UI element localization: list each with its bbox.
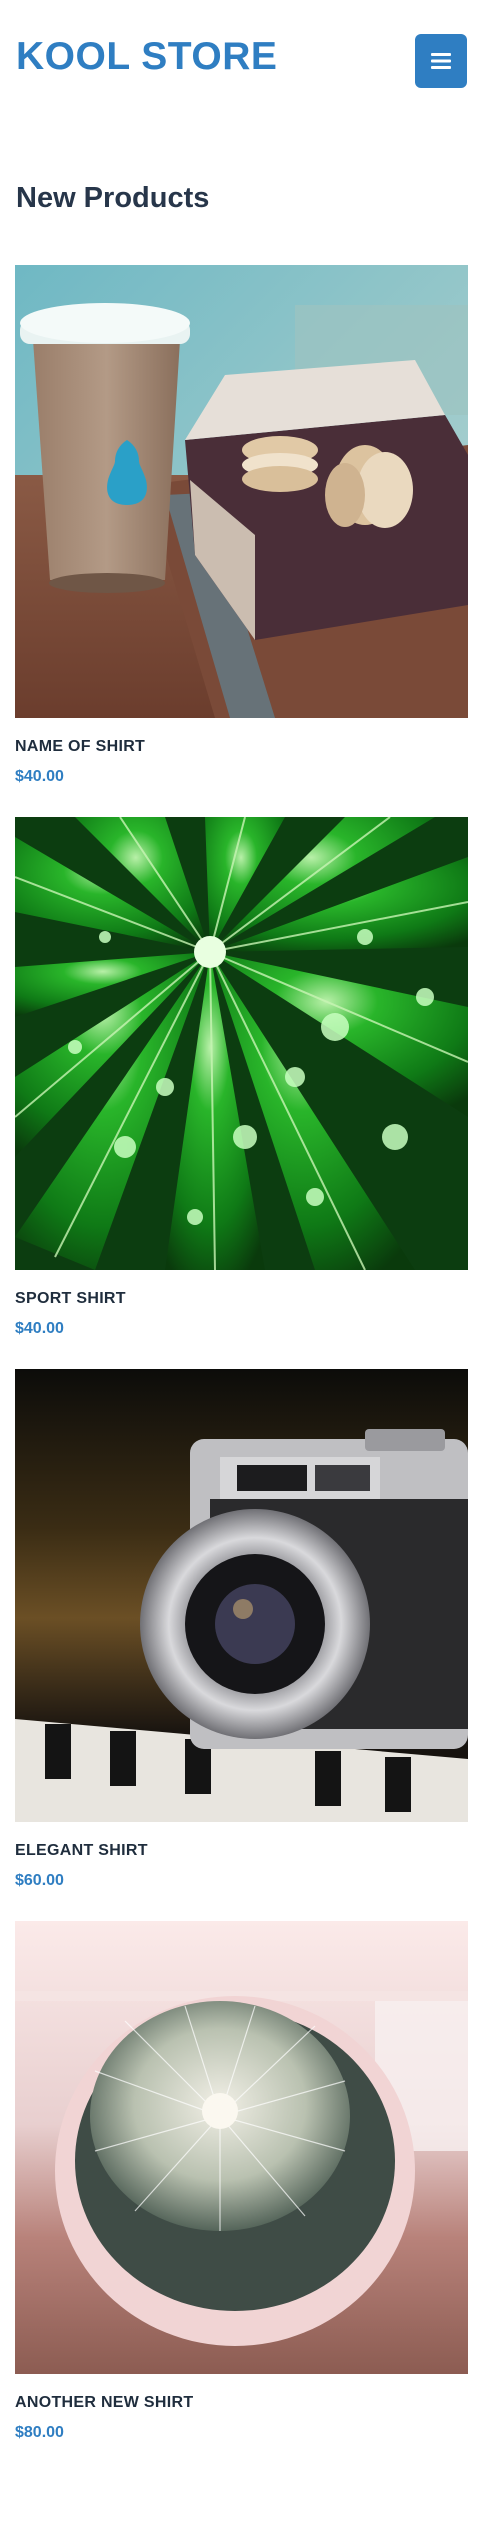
product-name[interactable]: ELEGANT SHIRT xyxy=(15,1841,148,1861)
product-image-coffee[interactable] xyxy=(15,265,468,718)
product-image-camera[interactable] xyxy=(15,1369,468,1822)
product-card[interactable]: SPORT SHIRT $40.00 xyxy=(15,817,468,1369)
product-name[interactable]: ANOTHER NEW SHIRT xyxy=(15,2393,193,2413)
product-name[interactable]: NAME OF SHIRT xyxy=(15,737,145,757)
site-header: KOOL STORE xyxy=(0,0,482,120)
product-price: $80.00 xyxy=(15,2424,64,2441)
product-price: $40.00 xyxy=(15,768,64,785)
product-card[interactable]: NAME OF SHIRT $40.00 xyxy=(15,265,468,817)
product-image-leaf[interactable] xyxy=(15,817,468,1270)
product-price: $60.00 xyxy=(15,1872,64,1889)
section-title: New Products xyxy=(16,182,210,214)
brand-logo[interactable]: KOOL STORE xyxy=(16,34,277,80)
product-image-cactus[interactable] xyxy=(15,1921,468,2374)
hamburger-menu-icon xyxy=(431,53,451,69)
product-price: $40.00 xyxy=(15,1320,64,1337)
product-name[interactable]: SPORT SHIRT xyxy=(15,1289,126,1309)
menu-toggle-button[interactable] xyxy=(415,34,467,88)
product-card[interactable]: ELEGANT SHIRT $60.00 xyxy=(15,1369,468,1921)
product-card[interactable]: ANOTHER NEW SHIRT $80.00 xyxy=(15,1921,468,2473)
product-list: NAME OF SHIRT $40.00 SPORT SHIRT $40.00 … xyxy=(15,265,468,2473)
